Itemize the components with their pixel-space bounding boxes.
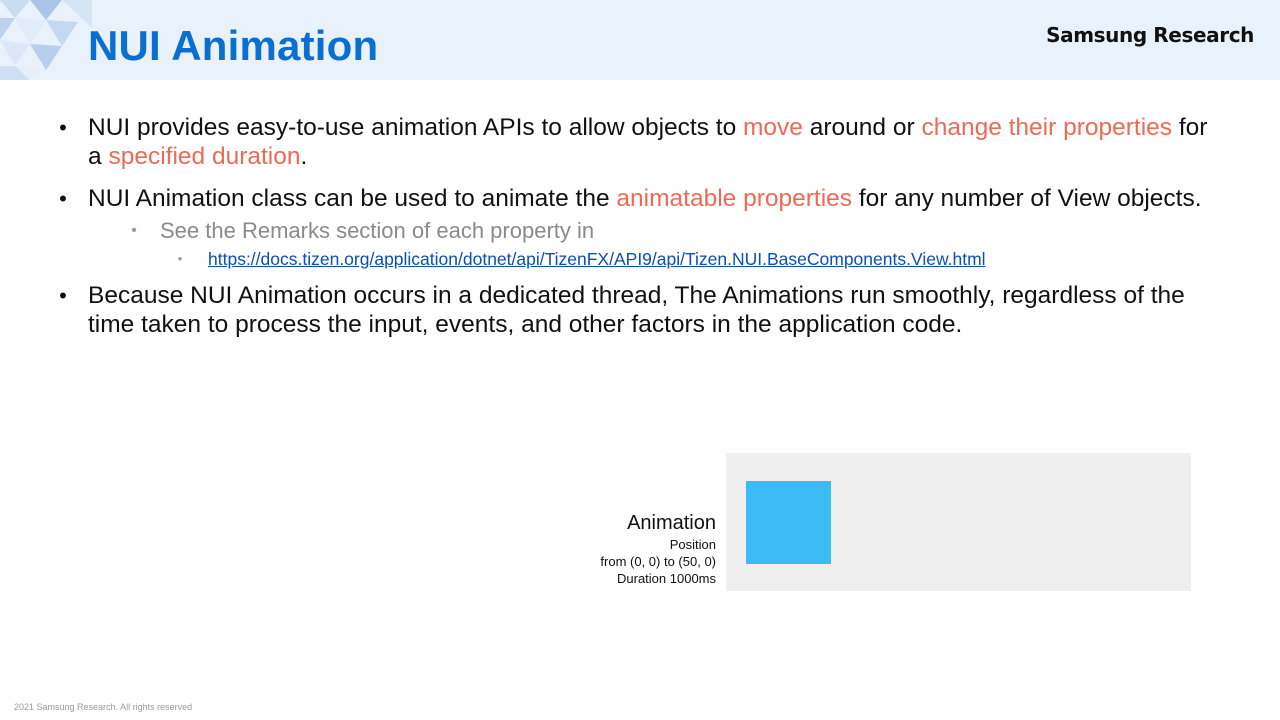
brand-logo-text: Samsung Research bbox=[1046, 23, 1254, 47]
sub-bullet-link: • https://docs.tizen.org/application/dot… bbox=[56, 246, 1226, 272]
bullet-dot: • bbox=[177, 251, 183, 266]
bullet-text: around or bbox=[802, 114, 922, 141]
bullet-text: Because NUI Animation occurs in a dedica… bbox=[88, 282, 1185, 338]
header-band: NUI Animation Samsung Research bbox=[0, 0, 1280, 80]
bullet-text: NUI Animation class can be used to anima… bbox=[88, 185, 617, 212]
slide: NUI Animation Samsung Research • NUI pro… bbox=[0, 0, 1280, 720]
bullet-item-3: • Because NUI Animation occurs in a dedi… bbox=[56, 281, 1226, 339]
highlight-text: animatable properties bbox=[616, 185, 853, 212]
bullet-item-2: • NUI Animation class can be used to ani… bbox=[56, 184, 1226, 213]
highlight-text: change their properties bbox=[921, 114, 1173, 141]
animation-heading: Animation bbox=[627, 512, 716, 534]
bullet-dot: • bbox=[59, 115, 67, 140]
bullet-list: • NUI provides easy-to-use animation API… bbox=[56, 113, 1226, 352]
animation-duration: Duration 1000ms bbox=[617, 571, 716, 586]
animation-range: from (0, 0) to (50, 0) bbox=[600, 554, 716, 569]
sub-bullet-text: See the Remarks section of each property… bbox=[160, 218, 595, 243]
bullet-text: NUI provides easy-to-use animation APIs … bbox=[88, 114, 744, 141]
bullet-dot: • bbox=[59, 283, 67, 308]
bullet-dot: • bbox=[59, 186, 67, 211]
animation-property: Position bbox=[669, 537, 716, 552]
bullet-text: for any number of View objects. bbox=[852, 185, 1202, 212]
page-title: NUI Animation bbox=[88, 22, 379, 69]
sub-bullet-remarks: • See the Remarks section of each proper… bbox=[56, 217, 1226, 245]
highlight-text: specified duration bbox=[108, 143, 301, 170]
docs-link[interactable]: https://docs.tizen.org/application/dotne… bbox=[208, 249, 986, 269]
highlight-text: move bbox=[743, 114, 803, 141]
bullet-item-1: • NUI provides easy-to-use animation API… bbox=[56, 113, 1226, 171]
bullet-text: . bbox=[300, 143, 308, 170]
animation-caption: Animation Position from (0, 0) to (50, 0… bbox=[560, 510, 716, 587]
decorative-triangles-icon bbox=[0, 0, 92, 80]
bullet-dot: • bbox=[131, 222, 137, 239]
animation-stage bbox=[726, 453, 1191, 591]
animated-view-box bbox=[746, 481, 831, 564]
footer-copyright: 2021 Samsung Research. All rights reserv… bbox=[14, 702, 193, 712]
